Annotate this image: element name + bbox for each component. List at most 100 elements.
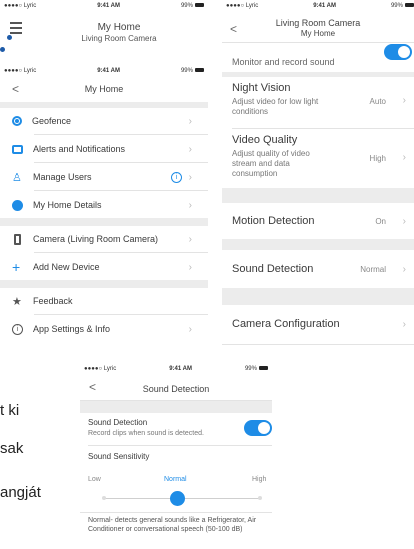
night-vision-value: Auto: [369, 97, 386, 106]
battery: 99%: [180, 68, 193, 74]
phone-device-icon: [14, 233, 21, 245]
menu-item-camera[interactable]: Camera (Living Room Camera) ›: [0, 226, 208, 252]
carrier: ●●●●○ Lyric: [226, 3, 259, 9]
menu-item-manage-users[interactable]: ♙ Manage Users i ›: [0, 164, 208, 190]
chevron-right-icon: ›: [188, 143, 192, 155]
time: 9:41 AM: [97, 68, 120, 74]
sound-monitor-toggle[interactable]: [384, 44, 412, 60]
plus-icon: +: [12, 259, 21, 275]
video-quality-row[interactable]: Video Quality Adjust quality of video st…: [222, 130, 414, 188]
chevron-right-icon: ›: [188, 171, 192, 183]
chevron-right-icon: ›: [402, 318, 406, 330]
sound-value: Normal: [360, 264, 386, 274]
divider: [222, 72, 414, 77]
chevron-right-icon: ›: [188, 233, 192, 245]
menu-item-feedback[interactable]: ★ Feedback: [0, 288, 208, 314]
menu-item-label: Manage Users: [33, 172, 92, 182]
divider: [222, 288, 414, 305]
carrier: ●●●●○ Lyric: [4, 68, 37, 74]
monitor-label: Monitor and record sound: [232, 57, 335, 67]
star-icon: ★: [12, 295, 22, 308]
menu-item-label: Geofence: [32, 116, 72, 126]
divider: [222, 42, 414, 43]
chevron-right-icon: ›: [188, 199, 192, 211]
sensitivity-description: Normal- detects general sounds like a Re…: [88, 517, 257, 533]
battery: 99%: [244, 366, 257, 372]
sound-detection-row[interactable]: Sound Detection Normal ›: [222, 250, 414, 288]
divider: [0, 218, 208, 226]
level-low: Low: [88, 476, 101, 483]
chevron-right-icon: ›: [188, 115, 192, 127]
night-vision-desc: Adjust video for low light conditions: [232, 97, 319, 116]
chevron-right-icon: ›: [188, 261, 192, 273]
menu-item-home-details[interactable]: My Home Details ›: [0, 192, 208, 218]
page-title: My Home: [84, 84, 124, 94]
decorative-dot: [0, 47, 5, 52]
page-subtitle: Living Room Camera: [81, 34, 157, 43]
sound-label: Sound Detection: [232, 263, 314, 275]
chevron-right-icon: ›: [402, 263, 406, 275]
status-bar: ●●●●○ Lyric 9:41 AM 99%: [4, 2, 204, 10]
video-quality-value: High: [369, 154, 386, 163]
camera-settings-panel: ●●●●○ Lyric 9:41 AM 99% < Living Room Ca…: [222, 0, 414, 352]
slider-tick-high: [258, 496, 262, 500]
battery-icon: [404, 3, 414, 8]
top-header-panel: ●●●●○ Lyric 9:41 AM 99% My Home Living R…: [0, 0, 208, 50]
info-badge-icon[interactable]: i: [171, 171, 182, 183]
video-quality-label: Video Quality: [232, 134, 298, 146]
divider: [34, 134, 208, 135]
chat-icon: [12, 144, 23, 154]
sound-detection-toggle-label: Sound Detection: [88, 418, 148, 427]
divider: [34, 190, 208, 191]
status-bar: ●●●●○ Lyric 9:41 AM 99%: [84, 365, 268, 373]
geofence-icon: [12, 116, 22, 126]
chevron-right-icon: ›: [188, 323, 192, 335]
menu-item-geofence[interactable]: Geofence ›: [0, 108, 208, 134]
divider: [88, 445, 272, 446]
decorative-dot: [7, 35, 12, 40]
chevron-right-icon: ›: [402, 215, 406, 227]
divider: [80, 512, 272, 513]
carrier: ●●●●○ Lyric: [4, 3, 37, 9]
camera-configuration-row[interactable]: Camera Configuration ›: [222, 305, 414, 343]
users-icon: ♙: [12, 171, 22, 184]
sound-detection-panel: ●●●●○ Lyric 9:41 AM 99% < Sound Detectio…: [80, 363, 272, 549]
motion-value: On: [375, 216, 386, 226]
battery-icon: [194, 68, 204, 73]
menu-item-alerts[interactable]: Alerts and Notifications ›: [0, 136, 208, 162]
sound-detection-toggle[interactable]: [244, 420, 272, 436]
menu-item-label: Camera (Living Room Camera): [33, 234, 159, 244]
menu-item-add-device[interactable]: + Add New Device ›: [0, 254, 208, 280]
time: 9:41 AM: [97, 3, 120, 9]
info-icon: i: [12, 323, 23, 335]
night-vision-row[interactable]: Night Vision Adjust video for low light …: [222, 78, 414, 128]
divider: [232, 128, 414, 129]
cropped-text-3: angját: [0, 484, 41, 501]
sensitivity-slider-handle[interactable]: [170, 491, 185, 506]
video-quality-desc: Adjust quality of video stream and data …: [232, 149, 310, 178]
motion-detection-row[interactable]: Motion Detection On ›: [222, 203, 414, 239]
menu-item-app-settings[interactable]: i App Settings & Info ›: [0, 316, 208, 342]
divider: [222, 188, 414, 203]
page-title: My Home: [97, 22, 141, 33]
battery: 99%: [180, 3, 193, 9]
night-vision-label: Night Vision: [232, 82, 291, 94]
battery-icon: [194, 3, 204, 8]
status-bar: ●●●●○ Lyric 9:41 AM 99%: [226, 2, 414, 10]
carrier: ●●●●○ Lyric: [84, 366, 117, 372]
sound-detection-toggle-desc: Record clips when sound is detected.: [88, 430, 204, 437]
chevron-right-icon: ›: [402, 152, 406, 163]
menu-item-label: Alerts and Notifications: [33, 144, 126, 154]
divider: [34, 252, 208, 253]
menu-item-label: Feedback: [33, 296, 73, 306]
status-bar: ●●●●○ Lyric 9:41 AM 99%: [4, 67, 204, 75]
sensitivity-label: Sound Sensitivity: [88, 452, 150, 461]
cropped-text-1: t ki: [0, 402, 20, 419]
page-title: Sound Detection: [142, 384, 210, 394]
page-title: Living Room Camera: [275, 18, 361, 28]
menu-item-label: Add New Device: [33, 262, 100, 272]
level-normal: Normal: [164, 476, 187, 483]
battery: 99%: [390, 3, 403, 9]
menu-item-label: App Settings & Info: [33, 324, 111, 334]
slider-tick-low: [102, 496, 106, 500]
